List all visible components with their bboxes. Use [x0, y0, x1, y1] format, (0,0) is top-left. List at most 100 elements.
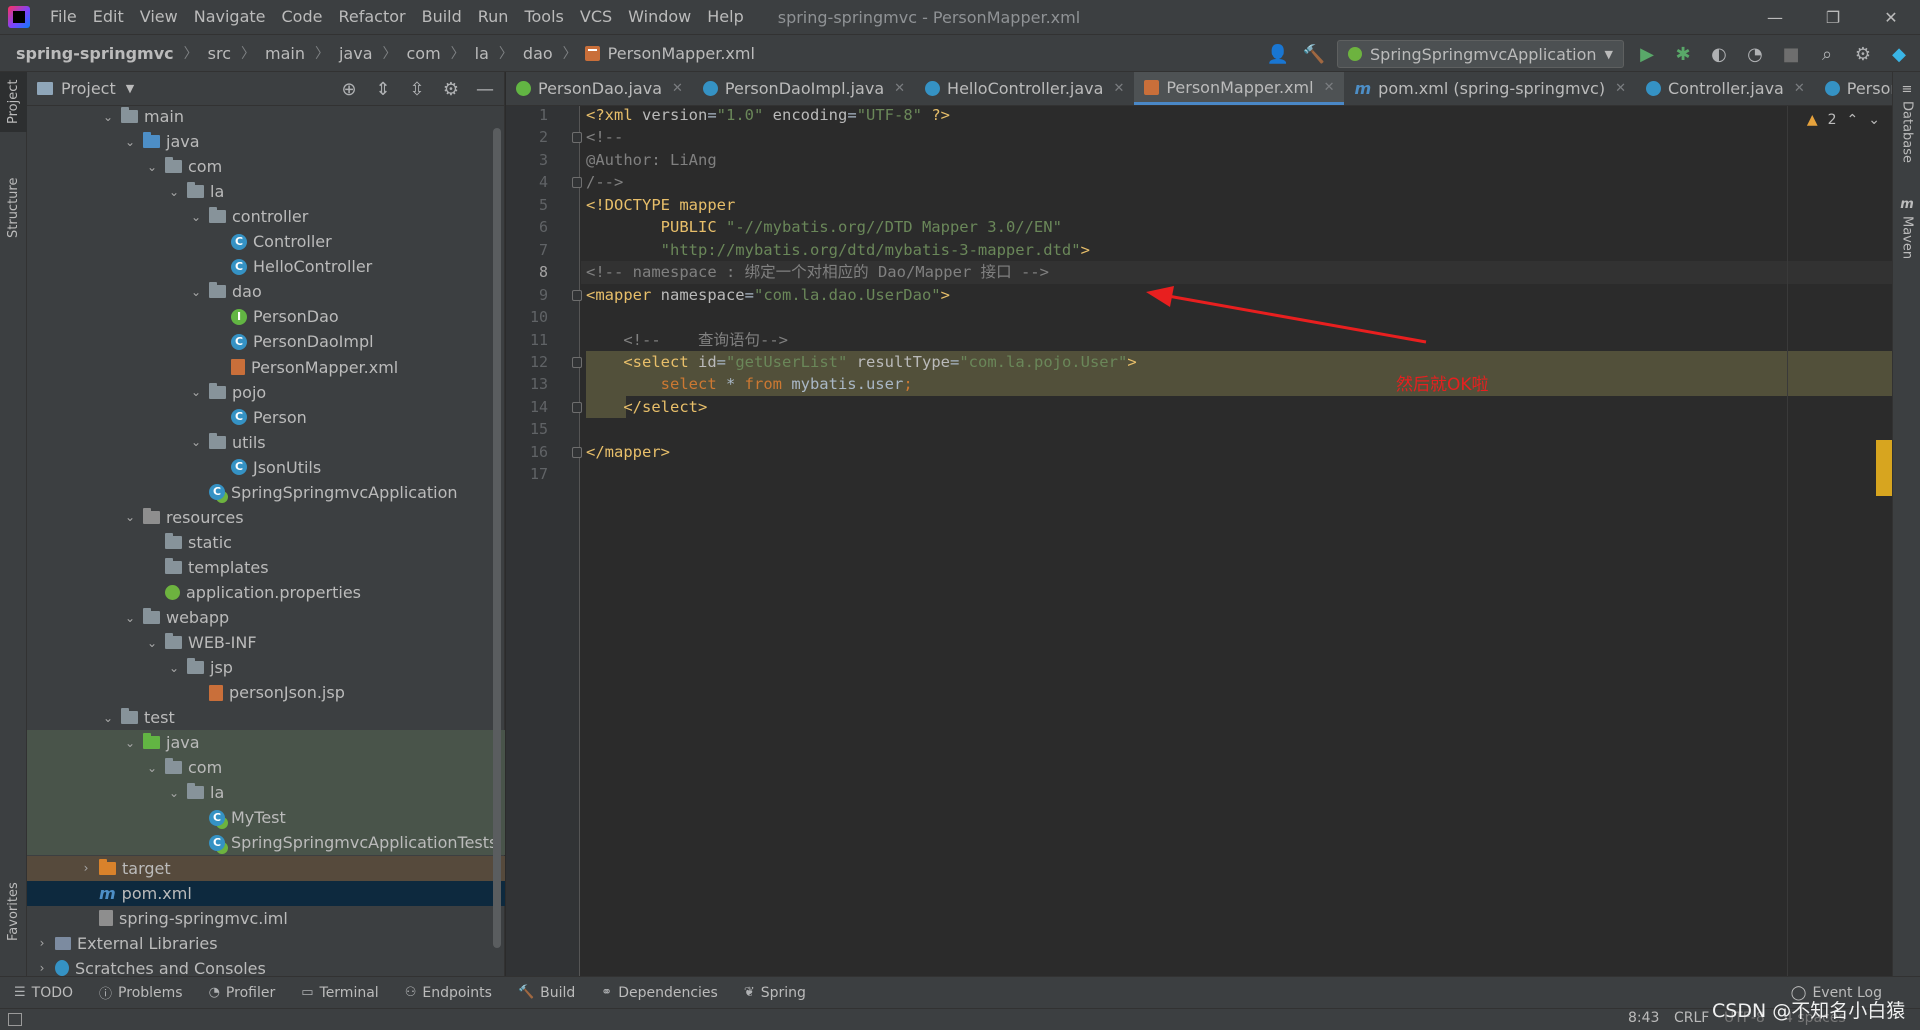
collapsed-chevron-icon[interactable]: ›: [79, 861, 93, 875]
hide-panel-icon[interactable]: —: [472, 76, 498, 102]
menu-window[interactable]: Window: [620, 0, 699, 34]
project-tool-tab[interactable]: Project: [0, 72, 27, 132]
project-panel-title[interactable]: Project: [61, 79, 116, 98]
tree-node[interactable]: C PersonDaoImpl: [27, 329, 505, 354]
tree-node[interactable]: I PersonDao: [27, 304, 505, 329]
locate-file-icon[interactable]: ⊕: [336, 76, 362, 102]
tree-node[interactable]: ⌄ main: [27, 104, 505, 129]
fold-marker-icon[interactable]: [572, 132, 582, 144]
expanded-chevron-icon[interactable]: ⌄: [189, 210, 203, 224]
build-hammer-icon[interactable]: 🔨: [1301, 41, 1327, 67]
code-line[interactable]: </mapper>: [586, 441, 670, 463]
tree-node[interactable]: › Scratches and Consoles: [27, 956, 505, 976]
expanded-chevron-icon[interactable]: ⌄: [167, 786, 181, 800]
endpoints-tool-button[interactable]: ⚇ Endpoints: [405, 985, 492, 1001]
tree-node[interactable]: ⌄ java: [27, 730, 505, 756]
expanded-chevron-icon[interactable]: ⌄: [123, 510, 137, 524]
favorites-tool-tab[interactable]: Favorites: [0, 872, 27, 952]
close-window-button[interactable]: ✕: [1862, 0, 1920, 34]
breadcrumb-item[interactable]: java: [337, 44, 375, 63]
code-line[interactable]: @Author: LiAng: [586, 149, 717, 171]
chevron-down-icon[interactable]: ▼: [126, 82, 134, 95]
expanded-chevron-icon[interactable]: ⌄: [167, 185, 181, 199]
close-tab-icon[interactable]: ✕: [1615, 81, 1626, 96]
restore-button[interactable]: ❐: [1804, 0, 1862, 34]
previous-highlight-icon[interactable]: ⌃: [1847, 112, 1859, 128]
editor-tab[interactable]: m pom.xml (spring-springmvc) ✕: [1344, 72, 1636, 105]
tree-node[interactable]: ⌄ java: [27, 129, 505, 154]
search-icon[interactable]: ⌕: [1814, 41, 1840, 67]
tree-node[interactable]: C JsonUtils: [27, 455, 505, 480]
tree-node[interactable]: personJson.jsp: [27, 680, 505, 705]
tree-node[interactable]: ⌄ com: [27, 755, 505, 781]
expanded-chevron-icon[interactable]: ⌄: [145, 761, 159, 775]
run-icon[interactable]: ▶: [1634, 41, 1660, 67]
editor-tab[interactable]: PersonDaoImpl.java ✕: [693, 72, 915, 105]
editor-scrollbar[interactable]: [1876, 106, 1892, 976]
stop-icon[interactable]: ■: [1778, 41, 1804, 67]
fold-marker-icon[interactable]: [572, 356, 582, 368]
tree-scrollbar[interactable]: [493, 128, 501, 948]
maven-tool-tab[interactable]: m Maven: [1893, 188, 1920, 268]
expanded-chevron-icon[interactable]: ⌄: [167, 661, 181, 675]
expanded-chevron-icon[interactable]: ⌄: [123, 611, 137, 625]
expanded-chevron-icon[interactable]: ⌄: [123, 135, 137, 149]
debug-icon[interactable]: ✱: [1670, 41, 1696, 67]
code-line[interactable]: /-->: [586, 171, 623, 193]
code-line[interactable]: <!--: [586, 126, 623, 148]
code-line[interactable]: </select>: [586, 396, 707, 418]
expand-all-icon[interactable]: ⇕: [370, 76, 396, 102]
fold-marker-icon[interactable]: [572, 177, 582, 189]
expanded-chevron-icon[interactable]: ⌄: [189, 385, 203, 399]
tree-node[interactable]: C Controller: [27, 229, 505, 254]
tree-node[interactable]: C MyTest: [27, 805, 505, 831]
menu-edit[interactable]: Edit: [85, 0, 132, 34]
spring-tool-button[interactable]: ❦ Spring: [744, 985, 806, 1001]
expanded-chevron-icon[interactable]: ⌄: [123, 736, 137, 750]
fold-marker-icon[interactable]: [572, 289, 582, 301]
tree-node[interactable]: ⌄ com: [27, 154, 505, 179]
gear-icon[interactable]: ⚙: [1850, 41, 1876, 67]
profiler-icon[interactable]: ◔: [1742, 41, 1768, 67]
close-tab-icon[interactable]: ✕: [1324, 80, 1335, 95]
fold-marker-icon[interactable]: [572, 401, 582, 413]
breadcrumb-item[interactable]: la: [473, 44, 491, 63]
code-line[interactable]: <!-- namespace : 绑定一个对相应的 Dao/Mapper 接口 …: [586, 261, 1049, 283]
user-profile-icon[interactable]: 👤: [1265, 41, 1291, 67]
menu-refactor[interactable]: Refactor: [330, 0, 413, 34]
coverage-icon[interactable]: ◐: [1706, 41, 1732, 67]
collapsed-chevron-icon[interactable]: ›: [35, 936, 49, 950]
editor-tab[interactable]: PersonDao.java ✕: [506, 72, 693, 105]
code-line[interactable]: "http://mybatis.org/dtd/mybatis-3-mapper…: [586, 239, 1090, 261]
breadcrumb-item[interactable]: src: [206, 44, 233, 63]
tree-node[interactable]: ⌄ utils: [27, 430, 505, 455]
breadcrumb-item[interactable]: com: [405, 44, 443, 63]
tree-node[interactable]: ⌄ pojo: [27, 380, 505, 405]
menu-navigate[interactable]: Navigate: [186, 0, 274, 34]
close-tab-icon[interactable]: ✕: [1794, 81, 1805, 96]
collapsed-chevron-icon[interactable]: ›: [35, 961, 49, 975]
tree-node[interactable]: m pom.xml: [27, 880, 505, 906]
tree-node[interactable]: ⌄ resources: [27, 505, 505, 530]
close-tab-icon[interactable]: ✕: [894, 81, 905, 96]
tree-node[interactable]: C SpringSpringmvcApplicationTests: [27, 830, 505, 856]
expanded-chevron-icon[interactable]: ⌄: [145, 160, 159, 174]
tree-node[interactable]: spring-springmvc.iml: [27, 906, 505, 931]
code-editor[interactable]: 1 2 3 4 5 6 7 8 9 10 11 12 13 14 15 16 17 <?xml version=…: [506, 106, 1892, 976]
expanded-chevron-icon[interactable]: ⌄: [145, 636, 159, 650]
tree-node[interactable]: ⌄ jsp: [27, 655, 505, 680]
tree-node[interactable]: application.properties: [27, 580, 505, 605]
profiler-tool-button[interactable]: ◔ Profiler: [209, 985, 276, 1001]
breadcrumb-item[interactable]: spring-springmvc: [14, 44, 176, 63]
editor-tab[interactable]: HelloController.java ✕: [915, 72, 1134, 105]
tree-node[interactable]: ⌄ test: [27, 705, 505, 730]
tree-node[interactable]: PersonMapper.xml: [27, 355, 505, 380]
expanded-chevron-icon[interactable]: ⌄: [189, 435, 203, 449]
breadcrumb-item[interactable]: dao: [521, 44, 555, 63]
code-line[interactable]: <mapper namespace="com.la.dao.UserDao">: [586, 284, 950, 306]
tree-node[interactable]: ⌄ la: [27, 780, 505, 806]
menu-file[interactable]: File: [42, 0, 85, 34]
tree-node[interactable]: C SpringSpringmvcApplication: [27, 480, 505, 505]
code-line[interactable]: <!DOCTYPE mapper: [586, 194, 735, 216]
dependencies-tool-button[interactable]: ⚭ Dependencies: [601, 985, 718, 1001]
